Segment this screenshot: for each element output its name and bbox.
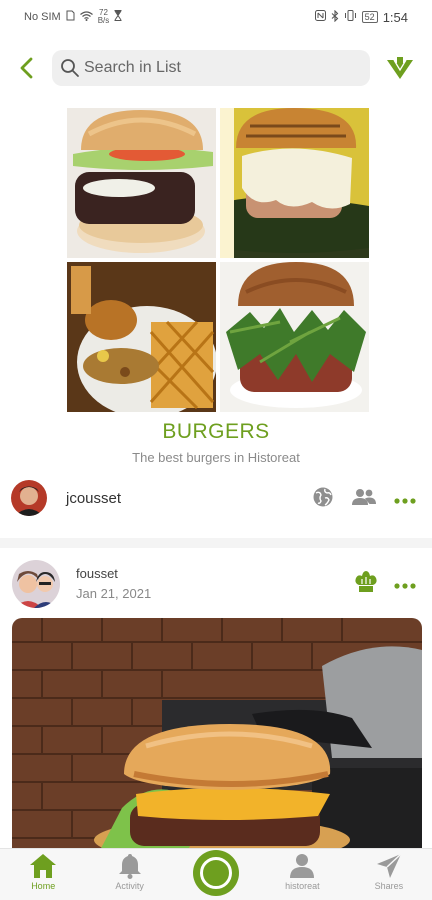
post-date: Jan 21, 2021: [76, 586, 152, 601]
person-icon: [290, 854, 315, 878]
list-cover-collage[interactable]: [67, 108, 369, 412]
bluetooth-icon: [331, 9, 339, 25]
collage-photo-3: [67, 262, 216, 412]
post-actions: [354, 570, 416, 599]
nav-home[interactable]: Home: [0, 849, 86, 900]
battery-indicator: 52: [361, 11, 378, 23]
search-icon: [61, 59, 79, 77]
send-icon: [376, 853, 402, 878]
nfc-icon: [314, 10, 326, 24]
owner-actions: [312, 486, 416, 513]
list-title: BURGERS: [162, 420, 270, 443]
globe-icon[interactable]: [312, 486, 334, 513]
nav-activity[interactable]: Activity: [86, 849, 172, 900]
status-right: 52 1:54: [314, 9, 408, 25]
net-speed: 72 B/s: [98, 9, 110, 25]
nav-home-label: Home: [31, 881, 56, 891]
capture-button-inner: [200, 857, 233, 889]
collage-photo-1: [67, 108, 216, 258]
nav-center-button[interactable]: [173, 849, 259, 900]
post-author-name[interactable]: fousset: [76, 566, 118, 581]
sim-icon: [66, 10, 75, 24]
wifi-icon: [79, 10, 93, 24]
more-options-icon[interactable]: [394, 491, 416, 509]
home-icon: [30, 854, 57, 878]
post-photo[interactable]: [12, 618, 422, 858]
post-author-avatar[interactable]: [12, 560, 60, 608]
post-header: fousset Jan 21, 2021: [0, 558, 432, 610]
nav-activity-label: Activity: [115, 881, 144, 891]
search-bar[interactable]: [52, 50, 370, 86]
back-button[interactable]: [12, 54, 40, 82]
nav-shares-label: Shares: [374, 881, 404, 891]
download-button[interactable]: [384, 52, 416, 84]
bottom-navigation: Home Activity historeat Shares: [0, 848, 432, 900]
clock: 1:54: [382, 9, 408, 25]
nav-shares[interactable]: Shares: [346, 849, 432, 900]
list-owner-row: jcousset: [0, 478, 432, 518]
chevron-left-icon: [20, 57, 33, 79]
hourglass-icon: [114, 10, 122, 24]
net-speed-unit: B/s: [97, 16, 110, 25]
capture-button[interactable]: [193, 850, 240, 896]
status-bar: No SIM 72 B/s 52 1:54: [0, 0, 432, 34]
carrier-text: No SIM: [24, 11, 61, 23]
owner-name[interactable]: jcousset: [66, 490, 121, 507]
collage-photo-4: [220, 262, 369, 412]
owner-avatar[interactable]: [11, 480, 47, 516]
download-icon: [387, 57, 413, 79]
bell-icon: [118, 854, 141, 879]
vibrate-icon: [344, 10, 357, 24]
people-icon[interactable]: [352, 488, 376, 511]
top-bar: [0, 48, 432, 88]
search-input[interactable]: [84, 59, 354, 77]
nav-historeat[interactable]: historeat: [259, 849, 345, 900]
post-more-options-icon[interactable]: [394, 576, 416, 594]
nav-historeat-label: historeat: [285, 881, 320, 891]
status-left: No SIM 72 B/s: [24, 9, 122, 25]
chef-hat-icon[interactable]: [354, 570, 378, 599]
section-divider: [0, 538, 432, 548]
list-subtitle: The best burgers in Historeat: [132, 450, 300, 465]
collage-photo-2: [220, 108, 369, 258]
